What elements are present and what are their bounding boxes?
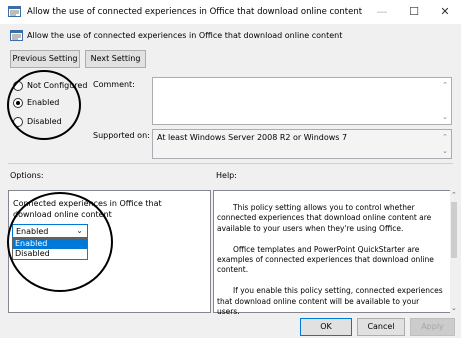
- close-button[interactable]: ✕: [429, 0, 461, 24]
- minimize-button[interactable]: —: [366, 0, 398, 24]
- help-scrollbar[interactable]: ⌃ ⌄: [450, 190, 459, 313]
- options-label: Options:: [10, 171, 44, 180]
- next-setting-button[interactable]: Next Setting: [85, 50, 146, 68]
- help-label: Help:: [216, 171, 237, 180]
- window-title: Allow the use of connected experiences i…: [27, 7, 363, 17]
- maximize-button[interactable]: ☐: [398, 0, 430, 24]
- supported-on-value: At least Windows Server 2008 R2 or Windo…: [157, 133, 348, 142]
- supported-on-field: At least Windows Server 2008 R2 or Windo…: [152, 129, 452, 159]
- policy-setting-icon: [10, 30, 23, 41]
- help-paragraph: If you enable this policy setting, conne…: [217, 286, 443, 317]
- comment-label: Comment:: [93, 80, 135, 89]
- policy-title: Allow the use of connected experiences i…: [27, 31, 343, 40]
- annotation-circle-options: [7, 192, 113, 292]
- help-scroll-up-icon[interactable]: ⌃: [451, 191, 457, 199]
- ok-button[interactable]: OK: [300, 318, 352, 336]
- comment-scroll-up-icon[interactable]: ⌃: [441, 81, 449, 89]
- section-divider: [8, 163, 453, 164]
- supported-on-label: Supported on:: [93, 131, 150, 140]
- help-paragraph: Office templates and PowerPoint QuickSta…: [217, 244, 434, 275]
- comment-scroll-down-icon[interactable]: ⌄: [441, 113, 449, 121]
- help-text: This policy setting allows you to contro…: [217, 203, 443, 328]
- previous-setting-button[interactable]: Previous Setting: [10, 50, 80, 68]
- policy-window-icon: [8, 6, 21, 17]
- help-scroll-down-icon[interactable]: ⌄: [451, 304, 457, 312]
- help-paragraph: This policy setting allows you to contro…: [217, 203, 432, 233]
- help-scroll-thumb[interactable]: [451, 202, 457, 258]
- supported-scroll-up-icon[interactable]: ⌃: [441, 133, 449, 141]
- annotation-circle-state: [7, 70, 81, 140]
- supported-scroll-down-icon[interactable]: ⌄: [441, 147, 449, 155]
- comment-input[interactable]: ⌃ ⌄: [152, 77, 452, 125]
- cancel-button[interactable]: Cancel: [357, 318, 405, 336]
- apply-button[interactable]: Apply: [410, 318, 455, 336]
